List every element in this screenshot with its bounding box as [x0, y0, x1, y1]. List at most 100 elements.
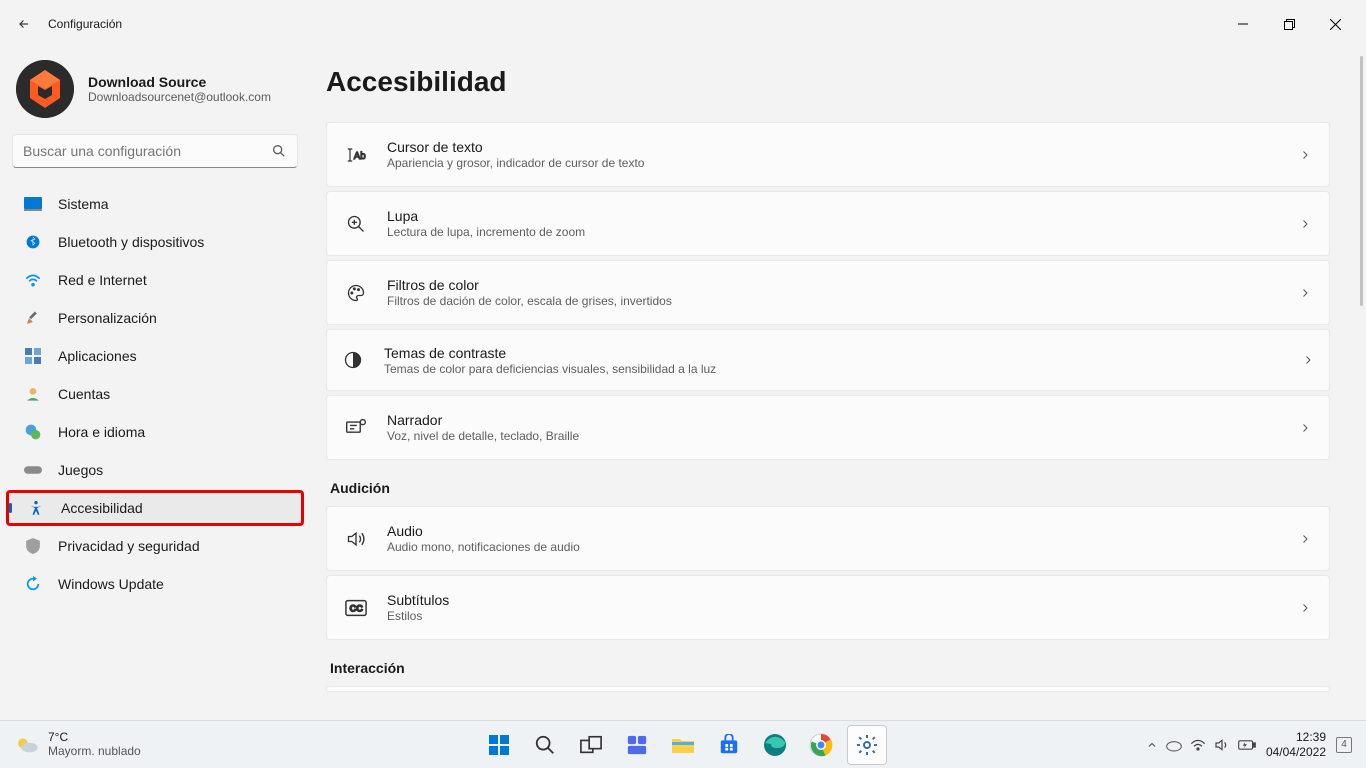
search-icon	[271, 143, 287, 159]
card-title: Subtítulos	[387, 592, 1279, 608]
volume-tray-icon	[1214, 738, 1230, 752]
taskbar: 7°C Mayorm. nublado 12:39 04/04/2022 4	[0, 720, 1366, 768]
system-tray[interactable]	[1146, 738, 1256, 752]
paintbrush-icon	[24, 309, 42, 327]
sidebar: Download Source Downloadsourcenet@outloo…	[0, 48, 310, 720]
sidebar-item-red[interactable]: Red e Internet	[12, 262, 298, 298]
widgets-icon[interactable]	[617, 725, 657, 765]
sidebar-item-cuentas[interactable]: Cuentas	[12, 376, 298, 412]
sidebar-item-bluetooth[interactable]: Bluetooth y dispositivos	[12, 224, 298, 260]
avatar	[16, 60, 74, 118]
taskbar-search[interactable]	[525, 725, 565, 765]
display-icon	[24, 195, 42, 213]
chevron-right-icon	[1299, 533, 1311, 545]
card-title: Cursor de texto	[387, 139, 1279, 155]
sidebar-item-label: Hora e idioma	[58, 424, 145, 440]
sidebar-item-update[interactable]: Windows Update	[12, 566, 298, 602]
captions-icon: CC	[345, 597, 367, 619]
sidebar-item-label: Juegos	[58, 462, 103, 478]
chevron-right-icon	[1299, 149, 1311, 161]
nav-list: Sistema Bluetooth y dispositivos Red e I…	[12, 186, 298, 602]
bluetooth-icon	[24, 233, 42, 251]
back-button[interactable]	[8, 8, 40, 40]
card-subtitulos[interactable]: CC Subtítulos Estilos	[326, 575, 1330, 640]
sidebar-item-aplicaciones[interactable]: Aplicaciones	[12, 338, 298, 374]
titlebar: Configuración	[0, 0, 1366, 48]
chevron-up-icon	[1146, 739, 1158, 751]
close-button[interactable]	[1312, 8, 1358, 40]
edge-icon[interactable]	[755, 725, 795, 765]
taskbar-weather[interactable]: 7°C Mayorm. nublado	[14, 731, 141, 757]
sidebar-item-privacidad[interactable]: Privacidad y seguridad	[12, 528, 298, 564]
sidebar-item-label: Cuentas	[58, 386, 110, 402]
task-view[interactable]	[571, 725, 611, 765]
card-title: Temas de contraste	[384, 345, 1282, 361]
battery-tray-icon	[1238, 739, 1256, 751]
sidebar-item-label: Red e Internet	[58, 272, 147, 288]
search-box[interactable]	[12, 134, 298, 168]
chevron-right-icon	[1299, 218, 1311, 230]
chevron-right-icon	[1302, 354, 1314, 366]
narrator-icon	[345, 417, 367, 439]
card-lupa[interactable]: Lupa Lectura de lupa, incremento de zoom	[326, 191, 1330, 256]
sidebar-item-label: Sistema	[58, 196, 109, 212]
card-title: Audio	[387, 523, 1279, 539]
taskbar-clock[interactable]: 12:39 04/04/2022	[1266, 730, 1326, 759]
sidebar-item-label: Personalización	[58, 310, 157, 326]
sidebar-item-label: Aplicaciones	[58, 348, 137, 364]
accessibility-icon	[27, 499, 45, 517]
sidebar-item-juegos[interactable]: Juegos	[12, 452, 298, 488]
sidebar-item-sistema[interactable]: Sistema	[12, 186, 298, 222]
account-name: Download Source	[88, 74, 271, 90]
start-button[interactable]	[479, 725, 519, 765]
section-header-audicion: Audición	[330, 480, 1330, 496]
card-audio[interactable]: Audio Audio mono, notificaciones de audi…	[326, 506, 1330, 571]
sidebar-item-label: Accesibilidad	[61, 500, 143, 516]
card-title: Lupa	[387, 208, 1279, 224]
window-title: Configuración	[48, 17, 122, 31]
store-icon[interactable]	[709, 725, 749, 765]
scrollbar[interactable]	[1360, 56, 1363, 306]
card-subtitle: Lectura de lupa, incremento de zoom	[387, 225, 1279, 239]
sidebar-item-accesibilidad[interactable]: Accesibilidad	[6, 490, 304, 526]
card-title: Filtros de color	[387, 277, 1279, 293]
chevron-right-icon	[1299, 287, 1311, 299]
explorer-icon[interactable]	[663, 725, 703, 765]
onedrive-icon	[1166, 738, 1182, 752]
sidebar-item-hora[interactable]: Hora e idioma	[12, 414, 298, 450]
notification-count[interactable]: 4	[1336, 737, 1352, 753]
sidebar-item-label: Bluetooth y dispositivos	[58, 234, 204, 250]
sidebar-item-label: Privacidad y seguridad	[58, 538, 200, 554]
maximize-button[interactable]	[1266, 8, 1312, 40]
card-cursor-texto[interactable]: Ab Cursor de texto Apariencia y grosor, …	[326, 122, 1330, 187]
sidebar-item-personalizacion[interactable]: Personalización	[12, 300, 298, 336]
chevron-right-icon	[1299, 422, 1311, 434]
card-subtitle: Apariencia y grosor, indicador de cursor…	[387, 156, 1279, 170]
section-header-interaccion: Interacción	[330, 660, 1330, 676]
card-temas-contraste[interactable]: Temas de contraste Temas de color para d…	[326, 329, 1330, 391]
language-icon	[24, 423, 42, 441]
minimize-button[interactable]	[1220, 8, 1266, 40]
card-narrador[interactable]: Narrador Voz, nivel de detalle, teclado,…	[326, 395, 1330, 460]
chrome-icon[interactable]	[801, 725, 841, 765]
wifi-tray-icon	[1190, 738, 1206, 752]
content-area: Accesibilidad Ab Cursor de texto Aparien…	[310, 48, 1366, 720]
account-block[interactable]: Download Source Downloadsourcenet@outloo…	[12, 56, 298, 134]
wifi-icon	[24, 271, 42, 289]
palette-icon	[345, 282, 367, 304]
text-cursor-icon: Ab	[345, 144, 367, 166]
card-filtros-color[interactable]: Filtros de color Filtros de dación de co…	[326, 260, 1330, 325]
card-partial[interactable]	[326, 686, 1330, 692]
card-subtitle: Audio mono, notificaciones de audio	[387, 540, 1279, 554]
person-icon	[24, 385, 42, 403]
card-subtitle: Filtros de dación de color, escala de gr…	[387, 294, 1279, 308]
gamepad-icon	[24, 461, 42, 479]
weather-icon	[14, 732, 40, 758]
card-subtitle: Voz, nivel de detalle, teclado, Braille	[387, 429, 1279, 443]
svg-text:Ab: Ab	[354, 150, 366, 161]
search-input[interactable]	[23, 143, 271, 159]
page-title: Accesibilidad	[326, 66, 1330, 98]
settings-app-icon[interactable]	[847, 725, 887, 765]
clock-date: 04/04/2022	[1266, 745, 1326, 759]
window-controls	[1220, 8, 1358, 40]
